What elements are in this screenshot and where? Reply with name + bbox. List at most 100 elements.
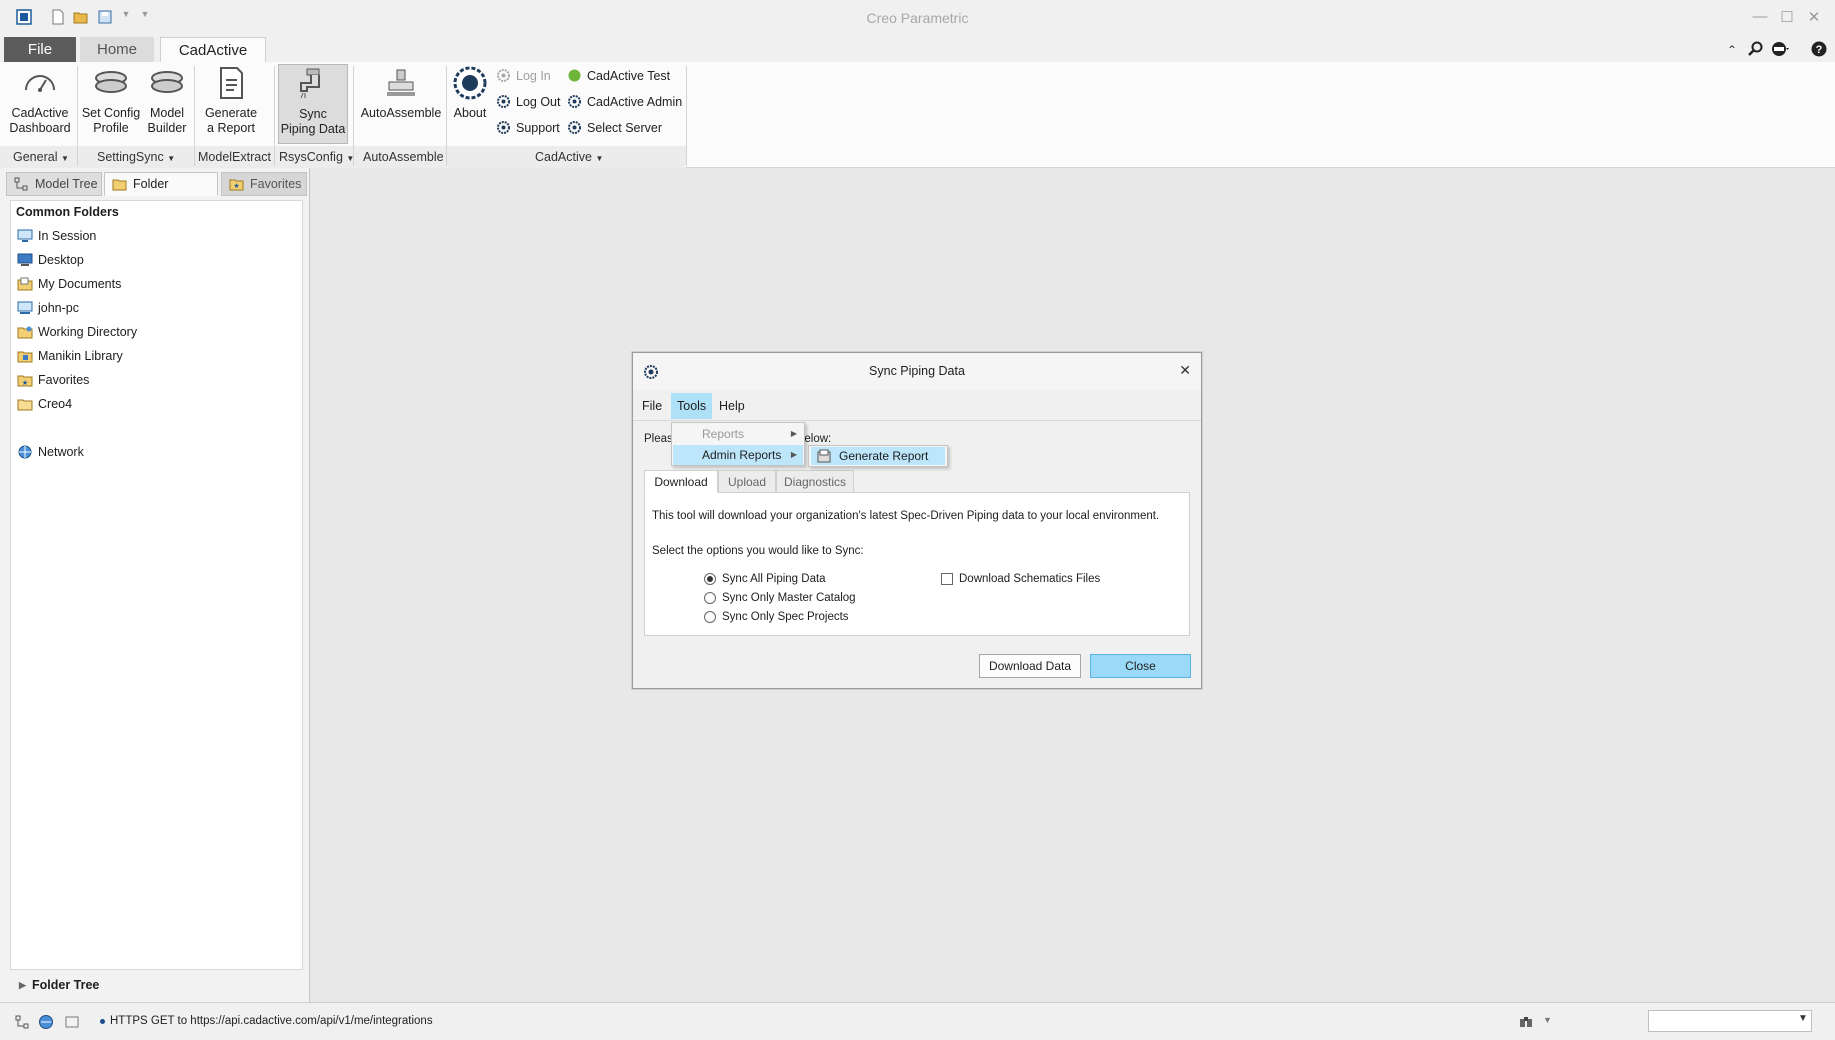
- status-bullet-icon: [100, 1019, 105, 1024]
- folder-item-manikin-library[interactable]: Manikin Library: [17, 347, 123, 365]
- group-settingsync[interactable]: SettingSync ▼: [97, 150, 175, 164]
- support-button[interactable]: Support: [496, 119, 560, 137]
- tab-download[interactable]: Download: [644, 470, 718, 493]
- group-modelextract: ModelExtract: [198, 150, 271, 164]
- menu-item-label: Reports: [702, 427, 745, 441]
- cadactive-admin-button[interactable]: CadActive Admin: [567, 93, 682, 111]
- maximize-icon[interactable]: ☐: [1778, 8, 1796, 26]
- folder-item-my-documents[interactable]: My Documents: [17, 275, 121, 293]
- folder-item-john-pc[interactable]: john-pc: [17, 299, 79, 317]
- close-window-icon[interactable]: ✕: [1805, 8, 1823, 26]
- folder-label: Creo4: [38, 397, 73, 411]
- search-icon[interactable]: [1748, 41, 1764, 57]
- tab-upload[interactable]: Upload: [718, 470, 776, 493]
- folder-item-network[interactable]: Network: [17, 443, 84, 461]
- chevron-down-icon[interactable]: ▼: [1798, 1013, 1808, 1024]
- chevron-down-icon: ▼: [167, 154, 176, 163]
- ribbon-separator: [194, 66, 195, 166]
- tab-folder-browser[interactable]: Folder Browser: [104, 172, 218, 213]
- cadactive-test-button[interactable]: CadActive Test: [567, 67, 670, 85]
- report-icon: [817, 449, 831, 463]
- folder-tree-toggle[interactable]: ▶ Folder Tree: [10, 972, 303, 998]
- radio-sync-all[interactable]: Sync All Piping Data: [704, 571, 826, 587]
- tab-favorites-label: Favorites: [250, 177, 302, 191]
- model-tree-toggle-icon[interactable]: [14, 1014, 30, 1030]
- folder-label: Network: [38, 445, 84, 459]
- set-config-label-1: Set Config: [81, 106, 141, 120]
- log-out-button[interactable]: Log Out: [496, 93, 560, 111]
- selection-filter-dropdown[interactable]: [1648, 1010, 1812, 1032]
- radio-sync-master-catalog[interactable]: Sync Only Master Catalog: [704, 590, 856, 606]
- download-data-button[interactable]: Download Data: [979, 654, 1081, 678]
- autoassemble-label: AutoAssemble: [360, 106, 442, 120]
- sync-piping-data-dialog: Sync Piping Data ✕ File Tools Help Pleas…: [632, 352, 1202, 689]
- community-icon[interactable]: [1771, 41, 1789, 57]
- ribbon-separator: [446, 66, 447, 166]
- folder-list: Common Folders In Session Desktop My Doc…: [10, 200, 303, 970]
- tab-favorites[interactable]: ★ Favorites: [221, 172, 307, 196]
- model-builder-button[interactable]: Model Builder: [142, 66, 192, 136]
- menu-help[interactable]: Help: [713, 393, 751, 419]
- tab-file[interactable]: File: [4, 37, 76, 62]
- folder-item-favorites[interactable]: ★ Favorites: [17, 371, 89, 389]
- set-config-profile-button[interactable]: Set Config Profile: [80, 66, 142, 136]
- group-rsysconfig[interactable]: RsysConfig ▼: [279, 150, 354, 164]
- cadactive-dashboard-button[interactable]: CadActive Dashboard: [6, 66, 74, 136]
- folder-browser-icon: [112, 179, 127, 191]
- tab-home[interactable]: Home: [80, 37, 154, 62]
- menu-item-admin-reports[interactable]: Admin Reports ▶: [673, 445, 803, 465]
- find-icon[interactable]: [1518, 1014, 1534, 1030]
- menu-item-label: Generate Report: [839, 449, 929, 463]
- close-button[interactable]: Close: [1090, 654, 1191, 678]
- green-status-icon: [568, 69, 581, 82]
- autoassemble-button[interactable]: AutoAssemble: [358, 66, 444, 121]
- tab-cadactive[interactable]: CadActive: [160, 37, 266, 62]
- menu-file[interactable]: File: [636, 393, 668, 419]
- folder-item-working-directory[interactable]: Working Directory: [17, 323, 137, 341]
- sync-piping-data-button[interactable]: Sync Piping Data: [278, 64, 348, 144]
- generate-report-button[interactable]: Generate a Report: [200, 66, 262, 136]
- status-bar: HTTPS GET to https://api.cadactive.com/a…: [0, 1002, 1835, 1040]
- close-icon[interactable]: ✕: [1179, 362, 1191, 379]
- group-cadactive[interactable]: CadActive ▼: [535, 150, 603, 164]
- menu-item-reports[interactable]: Reports ▶: [673, 424, 803, 444]
- svg-text:?: ?: [1816, 44, 1823, 56]
- ribbon-separator: [686, 66, 687, 166]
- folder-item-desktop[interactable]: Desktop: [17, 251, 84, 269]
- menu-item-generate-report[interactable]: Generate Report: [811, 447, 945, 465]
- log-out-label: Log Out: [516, 95, 561, 109]
- select-server-button[interactable]: Select Server: [567, 119, 662, 137]
- minimize-icon[interactable]: —: [1751, 8, 1769, 25]
- ribbon: CadActive Dashboard Set Config Profile M…: [0, 62, 1835, 168]
- download-schematics-checkbox[interactable]: Download Schematics Files: [941, 571, 1100, 587]
- full-screen-icon[interactable]: [64, 1014, 80, 1030]
- find-dropdown-arrow-icon[interactable]: ▼: [1543, 1015, 1552, 1025]
- radio-sync-spec-projects[interactable]: Sync Only Spec Projects: [704, 609, 849, 625]
- about-button[interactable]: About: [450, 66, 490, 121]
- gear-stack-icon: [95, 71, 127, 93]
- log-in-button[interactable]: Log In: [496, 67, 551, 85]
- collapse-ribbon-icon[interactable]: ⌃: [1727, 43, 1737, 57]
- tab-diagnostics[interactable]: Diagnostics: [776, 470, 854, 493]
- group-cadactive-label: CadActive: [535, 150, 592, 164]
- dialog-title-bar[interactable]: Sync Piping Data ✕: [633, 353, 1201, 390]
- group-general[interactable]: General ▼: [13, 150, 69, 164]
- admin-reports-submenu: Generate Report: [808, 445, 948, 467]
- ribbon-separator: [77, 66, 78, 166]
- folder-label: In Session: [38, 229, 97, 243]
- folder-label: Favorites: [38, 373, 90, 387]
- robot-arm-icon: [387, 69, 415, 96]
- browser-icon[interactable]: [38, 1014, 54, 1030]
- folder-label: Desktop: [38, 253, 84, 267]
- menu-tools[interactable]: Tools: [671, 393, 713, 419]
- working-folder-icon: [17, 326, 33, 339]
- download-tab-panel: This tool will download your organizatio…: [644, 492, 1190, 636]
- svg-text:★: ★: [22, 379, 28, 387]
- tab-model-tree[interactable]: Model Tree: [6, 172, 102, 196]
- sync-options-label: Select the options you would like to Syn…: [652, 545, 864, 557]
- folder-item-creo4[interactable]: Creo4: [17, 395, 72, 413]
- model-tree-icon: [14, 177, 28, 191]
- folder-item-in-session[interactable]: In Session: [17, 227, 96, 245]
- cadactive-dashboard-label-1: CadActive: [11, 106, 69, 120]
- help-icon[interactable]: ?: [1811, 41, 1827, 57]
